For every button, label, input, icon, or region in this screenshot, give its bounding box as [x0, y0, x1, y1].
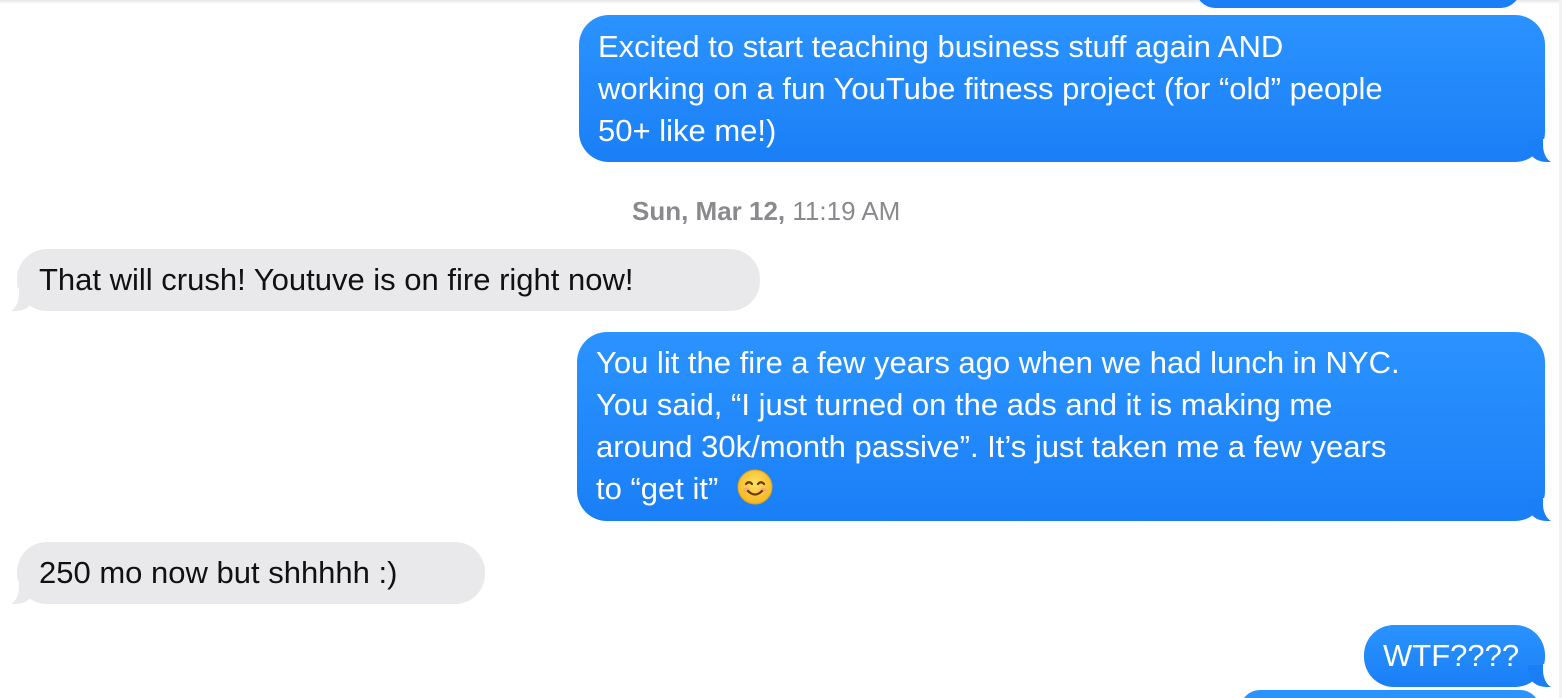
message-timestamp: Sun, Mar 12, 11:19 AM	[632, 196, 900, 227]
message-text-line: You lit the fire a few years ago when we…	[596, 345, 1400, 380]
bubble-tail	[1528, 139, 1555, 163]
message-text-line: 250 mo now but shhhhh :)	[39, 555, 398, 590]
message-text-line: WTF????	[1383, 638, 1520, 673]
timestamp-date: Sun, Mar 12,	[632, 196, 786, 226]
bubble-tail	[7, 288, 34, 312]
message-transcript: Excited to start teaching business stuff…	[0, 0, 1562, 698]
sent-message-bubble[interactable]: Excited to start teaching business stuff…	[579, 15, 1555, 163]
bubble-tail	[1528, 664, 1555, 688]
smiling-face-emoji-icon	[737, 469, 773, 505]
received-message-bubble[interactable]: 250 mo now but shhhhh :)	[7, 542, 485, 605]
partial-message-bubble[interactable]	[1196, 0, 1520, 8]
partial-message-bubble[interactable]	[1240, 690, 1540, 698]
received-message-bubble[interactable]: That will crush! Youtuve is on fire righ…	[7, 249, 760, 312]
message-text: to “get it”	[596, 471, 719, 506]
message-text-line: around 30k/month passive”. It’s just tak…	[596, 429, 1387, 464]
message-text-line: Excited to start teaching business stuff…	[598, 29, 1284, 64]
sent-message-bubble[interactable]: WTF????	[1364, 625, 1555, 688]
message-text-line: 50+ like me!)	[598, 113, 777, 148]
message-text-line: That will crush! Youtuve is on fire righ…	[39, 262, 634, 297]
message-text-line: working on a fun YouTube fitness project…	[598, 71, 1383, 106]
timestamp-time: 11:19 AM	[792, 196, 901, 226]
bubble-tail	[1528, 498, 1555, 522]
message-text-line-with-emoji: to “get it”	[596, 468, 1545, 510]
bubble-tail	[7, 581, 34, 605]
message-text-line: You said, “I just turned on the ads and …	[596, 387, 1333, 422]
sent-message-bubble[interactable]: You lit the fire a few years ago when we…	[577, 332, 1555, 522]
